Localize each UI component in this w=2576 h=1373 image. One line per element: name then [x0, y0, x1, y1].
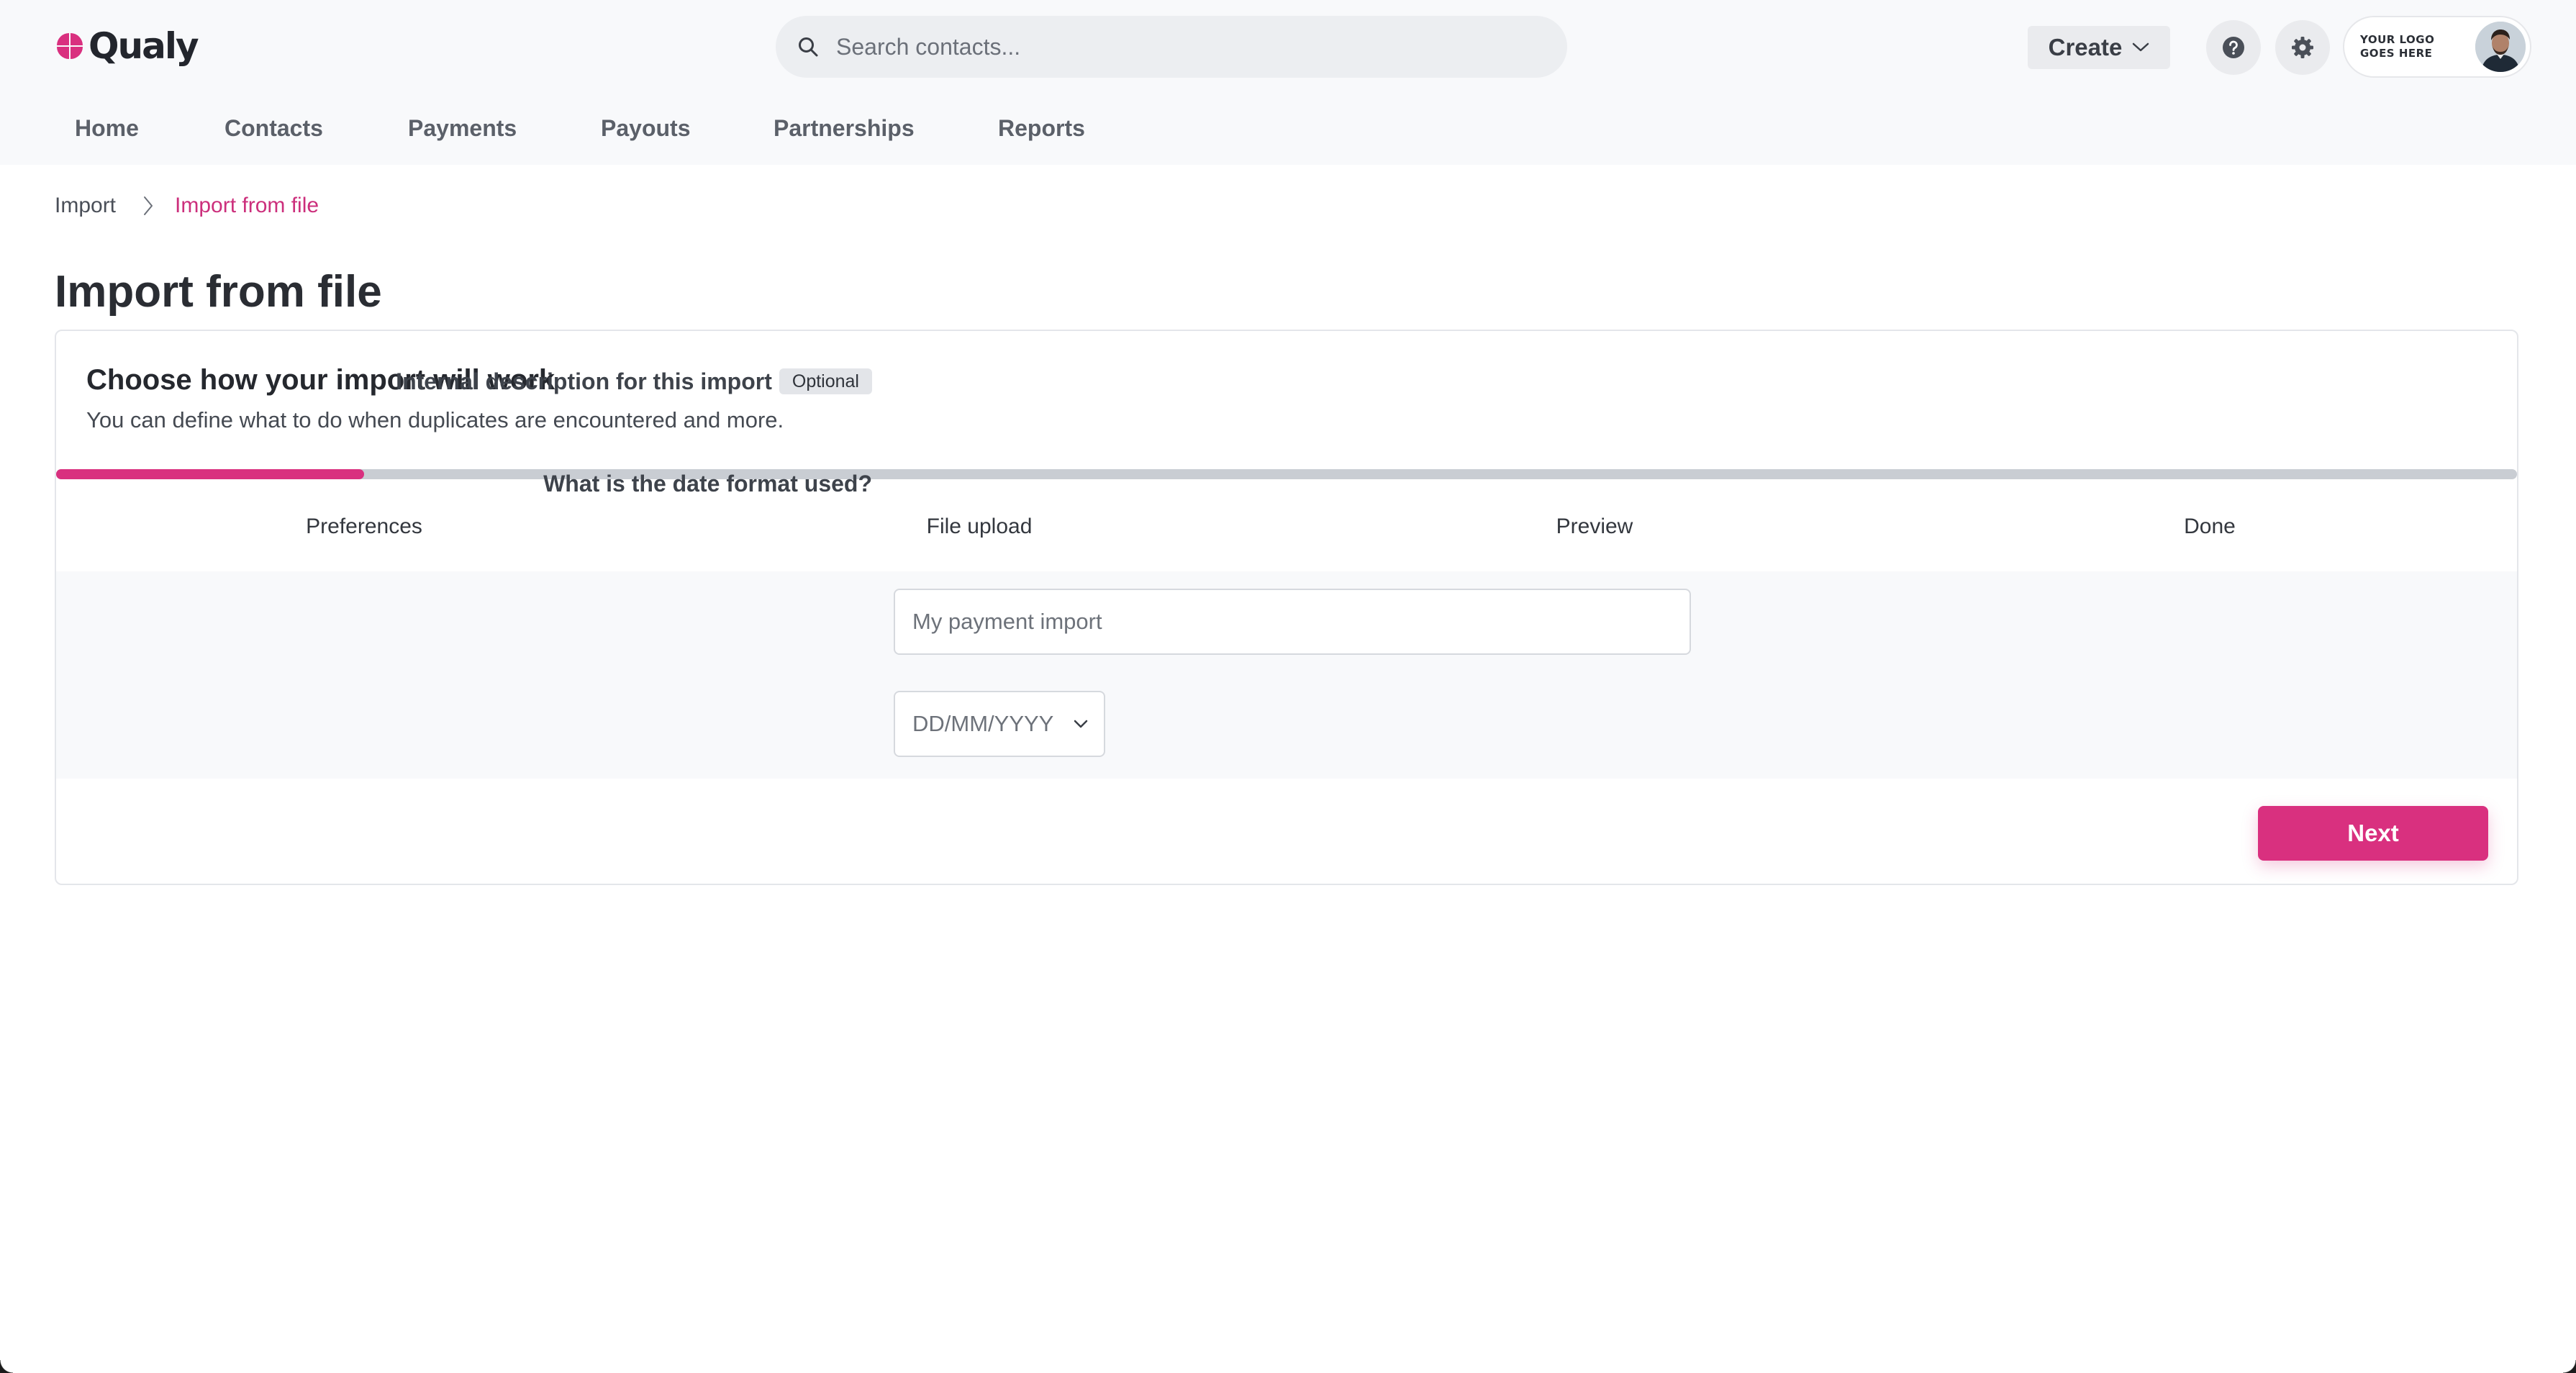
breadcrumb-current: Import from file	[175, 194, 319, 217]
brand-logo: YOUR LOGO GOES HERE	[2360, 33, 2434, 60]
user-photo-icon	[2475, 22, 2526, 72]
description-label-group: Internal description for this import Opt…	[396, 348, 872, 414]
window-corner	[2563, 1360, 2576, 1373]
nav-item-reports[interactable]: Reports	[998, 101, 1085, 155]
app-logo[interactable]: Qualy	[54, 25, 199, 67]
create-label: Create	[2048, 34, 2123, 60]
nav-item-partnerships[interactable]: Partnerships	[774, 101, 915, 155]
date-format-row: What is the date format used?	[56, 450, 2517, 517]
window-corner	[0, 1360, 13, 1373]
search-bar[interactable]	[776, 16, 1567, 78]
search-icon	[799, 37, 818, 57]
date-format-value: DD/MM/YYYY	[912, 711, 1054, 736]
nav-item-payments[interactable]: Payments	[408, 101, 517, 155]
logo-text: Qualy	[89, 25, 199, 67]
nav-item-payouts[interactable]: Payouts	[601, 101, 690, 155]
help-icon	[2223, 37, 2244, 58]
qualy-logo-icon	[57, 33, 83, 59]
gear-icon	[2292, 37, 2313, 58]
settings-button[interactable]	[2275, 20, 2330, 75]
breadcrumb: Import Import from file	[55, 190, 319, 222]
date-format-label: What is the date format used?	[543, 470, 872, 497]
chevron-down-icon	[2133, 42, 2149, 52]
brand-logo-line1: YOUR LOGO	[2360, 33, 2435, 46]
description-row: Internal description for this import Opt…	[56, 348, 2517, 414]
create-button[interactable]: Create	[2028, 26, 2170, 69]
date-format-label-group: What is the date format used?	[543, 450, 872, 517]
chevron-down-icon	[1074, 720, 1088, 728]
search-input[interactable]	[835, 32, 1485, 61]
description-label: Internal description for this import	[396, 368, 772, 394]
brand-logo-line2: GOES HERE	[2360, 47, 2433, 60]
breadcrumb-import-link[interactable]: Import	[55, 194, 116, 218]
optional-badge: Optional	[779, 368, 872, 394]
next-button[interactable]: Next	[2258, 806, 2488, 861]
description-input[interactable]	[894, 589, 1691, 655]
chevron-right-icon	[143, 196, 153, 216]
date-format-select[interactable]: DD/MM/YYYY	[894, 691, 1105, 757]
page-title: Import from file	[55, 267, 382, 317]
nav-item-home[interactable]: Home	[75, 101, 139, 155]
help-button[interactable]	[2206, 20, 2261, 75]
nav-item-contacts[interactable]: Contacts	[225, 101, 323, 155]
top-header: Qualy Create	[0, 0, 2576, 165]
account-switcher[interactable]: YOUR LOGO GOES HERE	[2343, 16, 2531, 78]
avatar[interactable]	[2475, 22, 2526, 72]
